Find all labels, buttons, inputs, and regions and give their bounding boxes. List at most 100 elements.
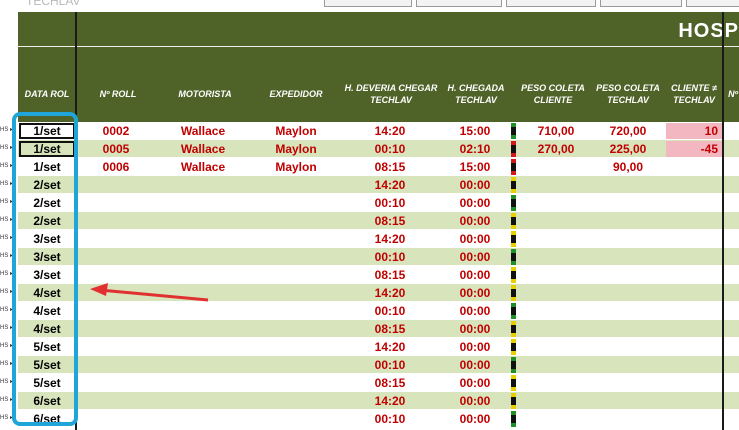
cell-roll[interactable] bbox=[88, 375, 144, 391]
cell-diferenca[interactable] bbox=[666, 195, 718, 211]
cell-h-deveria[interactable]: 00:10 bbox=[362, 249, 418, 265]
cell-motorista[interactable] bbox=[172, 393, 234, 409]
cell-motorista[interactable] bbox=[172, 375, 234, 391]
col-peso-techlav[interactable]: PESO COLETA TECHLAV bbox=[594, 82, 662, 106]
cell-motorista[interactable] bbox=[172, 267, 234, 283]
cell-peso-techlav[interactable] bbox=[598, 357, 658, 373]
cell-peso-techlav[interactable] bbox=[598, 321, 658, 337]
cell-peso-techlav[interactable] bbox=[598, 393, 658, 409]
cell-h-deveria[interactable]: 14:20 bbox=[362, 339, 418, 355]
cell-h-chegada[interactable]: 00:00 bbox=[446, 285, 504, 301]
cell-peso-techlav[interactable] bbox=[598, 411, 658, 427]
col-n-roll[interactable]: Nº ROLL bbox=[88, 88, 148, 100]
toolbar-button[interactable] bbox=[686, 0, 739, 7]
cell-peso-cliente[interactable]: 270,00 bbox=[526, 141, 586, 157]
cell-peso-techlav[interactable] bbox=[598, 231, 658, 247]
cell-h-deveria[interactable]: 00:10 bbox=[362, 303, 418, 319]
cell-expedidor[interactable] bbox=[264, 249, 328, 265]
cell-peso-cliente[interactable] bbox=[526, 249, 586, 265]
cell-expedidor[interactable]: Maylon bbox=[264, 141, 328, 157]
cell-diferenca[interactable] bbox=[666, 159, 718, 175]
cell-diferenca[interactable] bbox=[666, 231, 718, 247]
cell-expedidor[interactable] bbox=[264, 267, 328, 283]
toolbar-button[interactable] bbox=[416, 0, 502, 7]
cell-h-deveria[interactable]: 14:20 bbox=[362, 177, 418, 193]
cell-expedidor[interactable] bbox=[264, 303, 328, 319]
col-h-deveria[interactable]: H. DEVERIA CHEGAR TECHLAV bbox=[340, 82, 442, 106]
cell-roll[interactable] bbox=[88, 195, 144, 211]
cell-h-deveria[interactable]: 00:10 bbox=[362, 357, 418, 373]
cell-h-chegada[interactable]: 00:00 bbox=[446, 303, 504, 319]
cell-diferenca[interactable] bbox=[666, 375, 718, 391]
cell-peso-cliente[interactable]: 710,00 bbox=[526, 123, 586, 139]
cell-h-chegada[interactable]: 15:00 bbox=[446, 159, 504, 175]
cell-peso-techlav[interactable] bbox=[598, 375, 658, 391]
cell-diferenca[interactable]: -45 bbox=[666, 141, 722, 157]
cell-motorista[interactable] bbox=[172, 411, 234, 427]
col-expedidor[interactable]: EXPEDIDOR bbox=[264, 88, 328, 100]
cell-h-deveria[interactable]: 14:20 bbox=[362, 231, 418, 247]
cell-h-chegada[interactable]: 00:00 bbox=[446, 357, 504, 373]
cell-motorista[interactable] bbox=[172, 321, 234, 337]
cell-peso-cliente[interactable] bbox=[526, 177, 586, 193]
cell-peso-cliente[interactable] bbox=[526, 285, 586, 301]
cell-diferenca[interactable] bbox=[666, 339, 718, 355]
col-h-chegada[interactable]: H. CHEGADA TECHLAV bbox=[446, 82, 506, 106]
cell-peso-techlav[interactable] bbox=[598, 249, 658, 265]
cell-expedidor[interactable] bbox=[264, 357, 328, 373]
cell-h-deveria[interactable]: 08:15 bbox=[362, 267, 418, 283]
cell-peso-cliente[interactable] bbox=[526, 303, 586, 319]
cell-motorista[interactable] bbox=[172, 177, 234, 193]
cell-h-deveria[interactable]: 14:20 bbox=[362, 393, 418, 409]
cell-peso-techlav[interactable] bbox=[598, 303, 658, 319]
cell-h-chegada[interactable]: 00:00 bbox=[446, 393, 504, 409]
cell-peso-techlav[interactable] bbox=[598, 285, 658, 301]
cell-h-deveria[interactable]: 00:10 bbox=[362, 195, 418, 211]
cell-expedidor[interactable] bbox=[264, 375, 328, 391]
cell-diferenca[interactable] bbox=[666, 285, 718, 301]
cell-roll[interactable]: 0006 bbox=[88, 159, 144, 175]
cell-roll[interactable]: 0002 bbox=[88, 123, 144, 139]
cell-motorista[interactable] bbox=[172, 339, 234, 355]
cell-peso-cliente[interactable] bbox=[526, 267, 586, 283]
cell-expedidor[interactable] bbox=[264, 195, 328, 211]
cell-peso-cliente[interactable] bbox=[526, 321, 586, 337]
cell-motorista[interactable] bbox=[172, 231, 234, 247]
cell-roll[interactable] bbox=[88, 321, 144, 337]
cell-h-chegada[interactable]: 00:00 bbox=[446, 195, 504, 211]
toolbar-button[interactable] bbox=[506, 0, 596, 7]
cell-h-chegada[interactable]: 00:00 bbox=[446, 231, 504, 247]
cell-diferenca[interactable] bbox=[666, 213, 718, 229]
cell-diferenca[interactable] bbox=[666, 411, 718, 427]
cell-peso-techlav[interactable]: 720,00 bbox=[598, 123, 658, 139]
cell-roll[interactable] bbox=[88, 357, 144, 373]
cell-expedidor[interactable] bbox=[264, 393, 328, 409]
cell-motorista[interactable]: Wallace bbox=[172, 141, 234, 157]
cell-h-chegada[interactable]: 00:00 bbox=[446, 339, 504, 355]
cell-h-deveria[interactable]: 14:20 bbox=[362, 285, 418, 301]
cell-peso-techlav[interactable] bbox=[598, 339, 658, 355]
cell-roll[interactable]: 0005 bbox=[88, 141, 144, 157]
col-peso-cliente[interactable]: PESO COLETA CLIENTE bbox=[520, 82, 586, 106]
cell-expedidor[interactable]: Maylon bbox=[264, 123, 328, 139]
col-extra[interactable]: Nº bbox=[726, 88, 739, 100]
cell-expedidor[interactable] bbox=[264, 231, 328, 247]
cell-motorista[interactable]: Wallace bbox=[172, 123, 234, 139]
cell-h-chegada[interactable]: 00:00 bbox=[446, 267, 504, 283]
cell-h-chegada[interactable]: 00:00 bbox=[446, 249, 504, 265]
cell-peso-cliente[interactable] bbox=[526, 231, 586, 247]
cell-h-deveria[interactable]: 08:15 bbox=[362, 213, 418, 229]
cell-expedidor[interactable] bbox=[264, 339, 328, 355]
cell-roll[interactable] bbox=[88, 177, 144, 193]
cell-h-chegada[interactable]: 15:00 bbox=[446, 123, 504, 139]
cell-motorista[interactable] bbox=[172, 195, 234, 211]
cell-expedidor[interactable] bbox=[264, 213, 328, 229]
cell-h-deveria[interactable]: 00:10 bbox=[362, 141, 418, 157]
cell-peso-cliente[interactable] bbox=[526, 195, 586, 211]
cell-expedidor[interactable] bbox=[264, 321, 328, 337]
cell-expedidor[interactable] bbox=[264, 177, 328, 193]
col-diferenca[interactable]: CLIENTE ≠ TECHLAV bbox=[666, 82, 722, 106]
cell-h-chegada[interactable]: 00:00 bbox=[446, 177, 504, 193]
cell-h-chegada[interactable]: 02:10 bbox=[446, 141, 504, 157]
cell-diferenca[interactable] bbox=[666, 267, 718, 283]
